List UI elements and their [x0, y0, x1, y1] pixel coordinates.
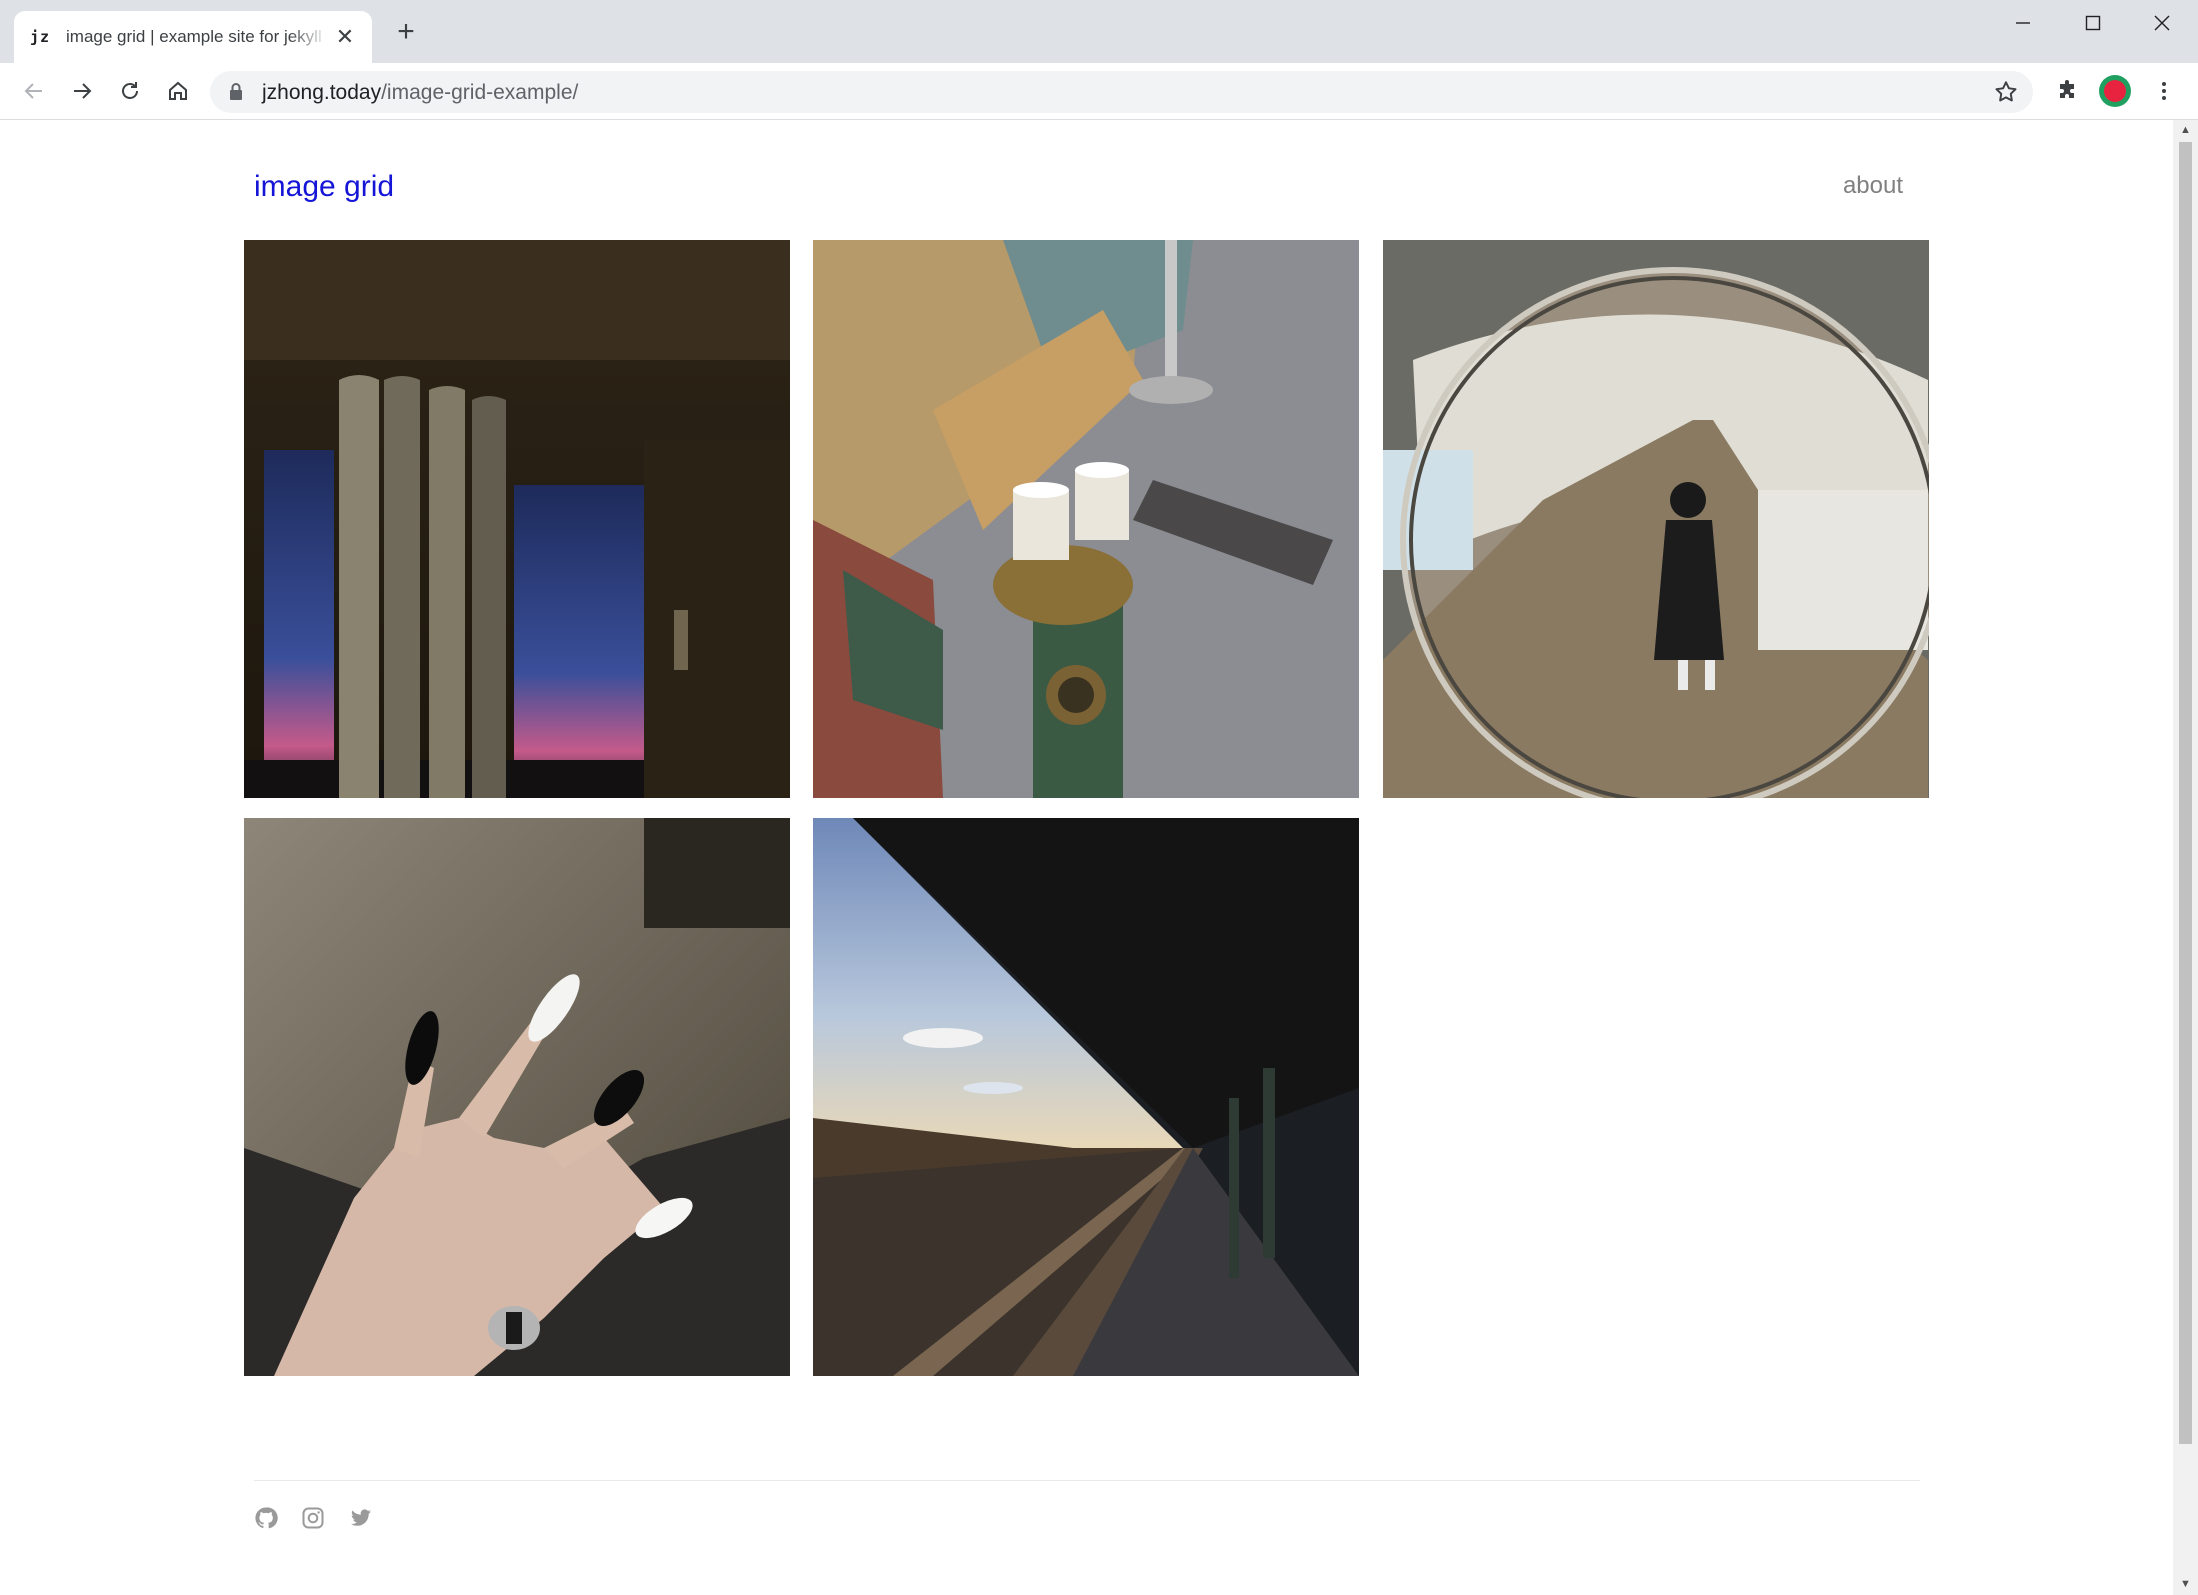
arrow-left-icon	[24, 83, 42, 99]
url-text[interactable]: jzhong.today/image-grid-example/	[262, 81, 578, 105]
window-sunset-photo[interactable]	[244, 240, 790, 798]
avatar-icon	[2104, 80, 2126, 102]
tab-title: image grid | example site for jekyll	[66, 27, 322, 46]
browser-tab[interactable]: jz image grid | example site for jekyll …	[14, 11, 372, 63]
convex-mirror-icon	[1383, 240, 1929, 798]
maximize-button[interactable]	[2073, 10, 2113, 40]
site-title-link[interactable]: image grid	[254, 170, 394, 204]
close-window-button[interactable]	[2142, 10, 2182, 40]
nav-about-link[interactable]: about	[1843, 172, 1903, 200]
back-button[interactable]	[18, 75, 50, 107]
elevated-train-platform-photo[interactable]	[813, 818, 1359, 1376]
twitter-link[interactable]	[348, 1505, 374, 1531]
github-link[interactable]	[253, 1505, 279, 1531]
arrow-right-icon	[74, 83, 92, 99]
forward-button[interactable]	[66, 75, 98, 107]
minimize-icon	[2016, 22, 2030, 24]
browser-toolbar: jzhong.today/image-grid-example/	[0, 63, 2198, 120]
fire-hydrant-icon	[813, 240, 1359, 798]
instagram-link[interactable]	[300, 1505, 326, 1531]
home-icon	[169, 81, 187, 100]
fire-hydrant-cups-photo[interactable]	[813, 240, 1359, 798]
window-curtain-icon	[244, 240, 790, 798]
bookmark-star-icon[interactable]	[1993, 79, 2019, 105]
profile-avatar[interactable]	[2099, 75, 2131, 107]
close-icon	[2154, 15, 2170, 31]
github-icon	[255, 1507, 278, 1529]
lock-icon[interactable]	[228, 82, 244, 102]
vertical-scrollbar[interactable]: ▲ ▼	[2173, 120, 2198, 1595]
subway-mirror-photo[interactable]	[1383, 240, 1929, 798]
train-platform-icon	[813, 818, 1359, 1376]
minimize-button[interactable]	[2003, 10, 2043, 40]
extensions-button[interactable]	[2051, 75, 2083, 107]
favicon-icon: jz	[30, 28, 51, 46]
close-tab-icon[interactable]: ✕	[332, 24, 358, 50]
more-vertical-icon	[2162, 82, 2166, 100]
scroll-up-icon[interactable]: ▲	[2179, 124, 2192, 136]
reload-icon	[122, 82, 138, 99]
maximize-icon	[2085, 15, 2101, 31]
painted-nails-photo[interactable]	[244, 818, 790, 1376]
menu-button[interactable]	[2148, 75, 2180, 107]
puzzle-icon	[2060, 80, 2074, 98]
footer-divider	[254, 1480, 1920, 1481]
reload-button[interactable]	[114, 75, 146, 107]
instagram-icon	[302, 1507, 324, 1529]
url-path: /image-grid-example/	[381, 81, 579, 104]
address-bar[interactable]: jzhong.today/image-grid-example/	[210, 71, 2033, 113]
scroll-down-icon[interactable]: ▼	[2179, 1578, 2192, 1590]
url-domain: jzhong.today	[262, 81, 382, 104]
tab-strip: jz image grid | example site for jekyll …	[0, 0, 2198, 63]
twitter-icon	[351, 1509, 371, 1526]
scrollbar-thumb[interactable]	[2179, 142, 2192, 1444]
home-button[interactable]	[162, 75, 194, 107]
hand-nails-icon	[244, 818, 790, 1376]
new-tab-button[interactable]: +	[393, 17, 419, 47]
page-viewport: image grid about	[0, 120, 2173, 1595]
